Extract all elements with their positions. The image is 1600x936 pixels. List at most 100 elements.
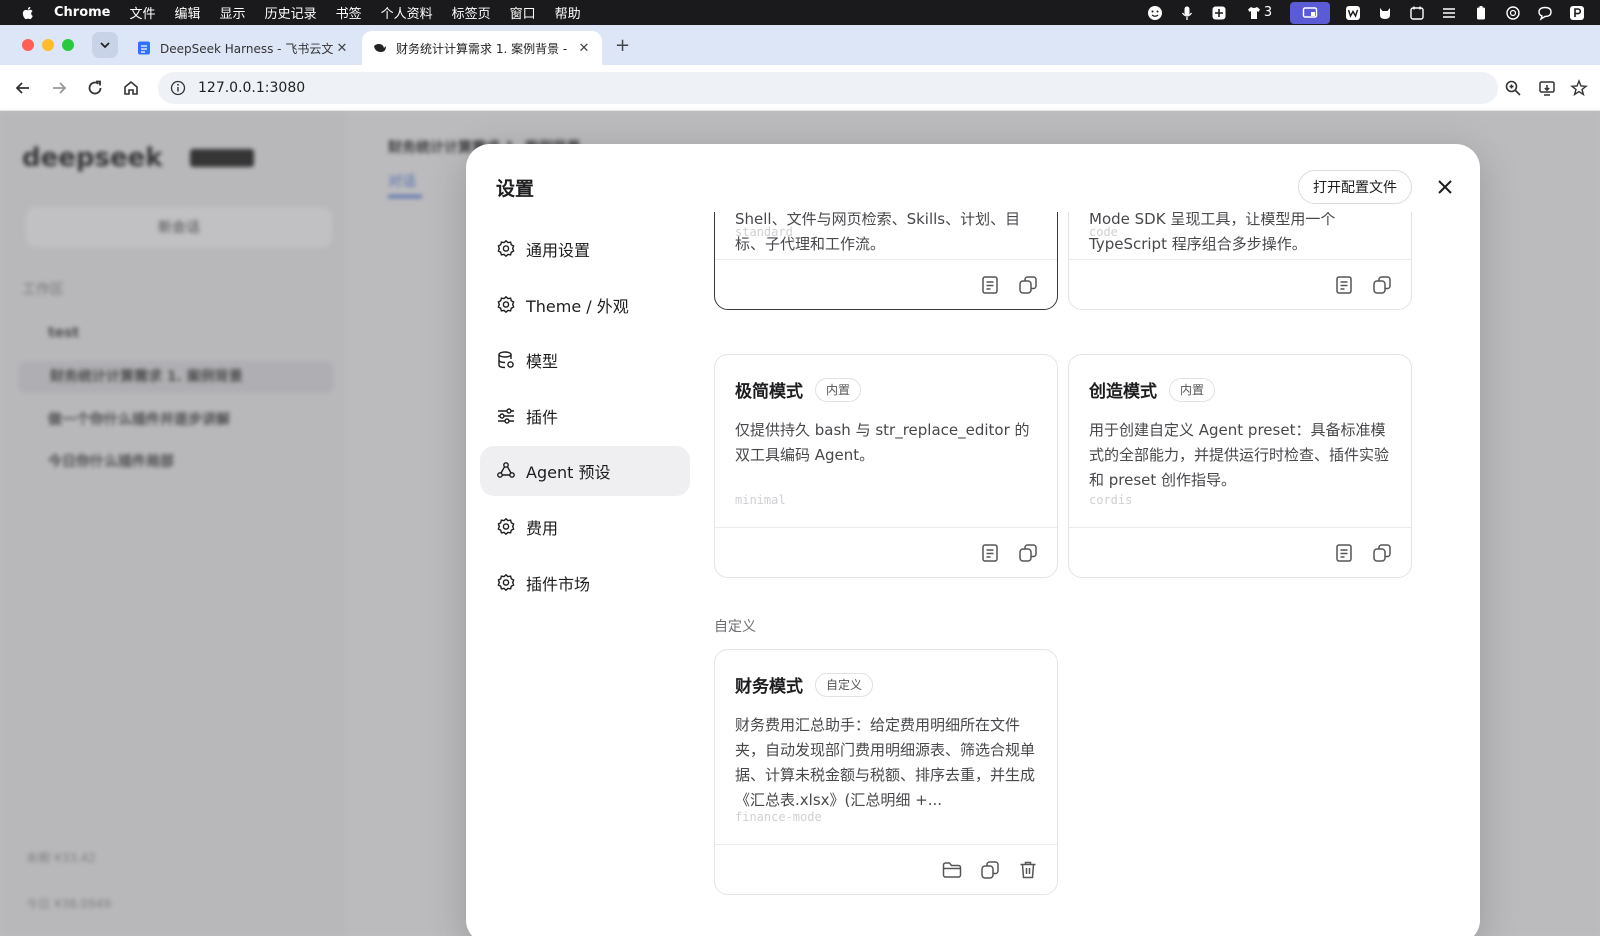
grid-app-icon[interactable] xyxy=(1210,5,1228,21)
menu-help[interactable]: 帮助 xyxy=(555,3,581,22)
menu-window[interactable]: 窗口 xyxy=(510,3,536,22)
nav-label: 模型 xyxy=(526,352,559,372)
face-icon[interactable] xyxy=(1146,5,1164,21)
calendar-icon[interactable] xyxy=(1408,5,1426,21)
nav-agent-presets[interactable]: Agent 预设 xyxy=(480,446,690,497)
nav-label: Theme / 外观 xyxy=(526,296,629,316)
preset-card-standard[interactable]: - Shell、文件与网页检索、Skills、计划、目标、子代理和工作流。 st… xyxy=(714,212,1058,310)
site-info-icon[interactable] xyxy=(170,80,186,96)
document-icon[interactable] xyxy=(1333,542,1355,564)
zoom-button[interactable] xyxy=(1502,77,1524,99)
card-id: standard xyxy=(735,225,793,239)
tab-close-icon[interactable]: ✕ xyxy=(576,41,592,56)
nav-theme[interactable]: Theme / 外观 xyxy=(480,280,690,330)
arrow-right-icon xyxy=(53,82,67,94)
menu-tabs[interactable]: 标签页 xyxy=(452,3,491,22)
trash-icon[interactable] xyxy=(1017,859,1039,881)
back-button[interactable] xyxy=(12,77,34,99)
gear-icon xyxy=(497,239,515,258)
document-icon[interactable] xyxy=(979,542,1001,564)
agent-presets-content[interactable]: - Shell、文件与网页检索、Skills、计划、目标、子代理和工作流。 st… xyxy=(714,212,1446,936)
menu-bookmarks[interactable]: 书签 xyxy=(336,3,362,22)
nav-general-settings[interactable]: 通用设置 xyxy=(480,224,690,274)
chevron-down-icon xyxy=(100,42,110,49)
install-app-button[interactable] xyxy=(1536,77,1558,99)
card-description: 用于创建自定义 Agent preset：具备标准模式的全部能力，并提供运行时检… xyxy=(1089,421,1390,489)
tab-close-icon[interactable]: ✕ xyxy=(334,41,350,56)
settings-title: 设置 xyxy=(496,178,535,200)
tab-feishu-doc[interactable]: DeepSeek Harness - 飞书云文 ✕ xyxy=(126,31,360,65)
tab-finance-requirement[interactable]: 财务统计计算需求 1. 案例背景 - ✕ xyxy=(362,31,602,65)
nav-plugins[interactable]: 插件 xyxy=(480,391,690,441)
preset-card-cordis[interactable]: 创造模式 内置用于创建自定义 Agent preset：具备标准模式的全部能力，并… xyxy=(1068,354,1412,578)
card-actions xyxy=(1069,259,1411,309)
sliders-icon xyxy=(498,408,514,424)
menu-profile[interactable]: 个人资料 xyxy=(381,3,433,22)
arrow-left-icon xyxy=(15,82,29,94)
reload-button[interactable] xyxy=(84,77,106,99)
w-app-icon[interactable] xyxy=(1344,5,1362,21)
nav-costs[interactable]: 费用 xyxy=(480,502,690,552)
zoom-in-icon xyxy=(1505,80,1521,96)
bookmark-button[interactable] xyxy=(1568,77,1590,99)
preset-card-finance[interactable]: 财务模式 自定义财务费用汇总助手：给定费用明细所在文件夹，自动发现部门费用明细源表… xyxy=(714,649,1058,895)
battery-icon[interactable] xyxy=(1472,5,1490,21)
forward-button[interactable] xyxy=(48,77,70,99)
tab-search-button[interactable] xyxy=(92,32,118,58)
chat-bubble-icon[interactable] xyxy=(1536,5,1554,21)
nav-models[interactable]: 模型 xyxy=(480,335,690,385)
window-close-button[interactable] xyxy=(22,39,34,51)
card-description: 仅提供持久 bash 与 str_replace_editor 的双工具编码 A… xyxy=(735,421,1030,464)
new-tab-button[interactable]: + xyxy=(615,35,630,56)
close-icon[interactable] xyxy=(1434,176,1456,198)
browser-toolbar: 127.0.0.1:3080 xyxy=(0,65,1600,111)
custom-section-label: 自定义 xyxy=(714,619,756,635)
home-button[interactable] xyxy=(120,77,142,99)
address-bar[interactable]: 127.0.0.1:3080 xyxy=(158,72,1498,104)
card-head: 创造模式 内置 xyxy=(1089,377,1391,402)
stack-icon[interactable] xyxy=(1440,5,1458,21)
settings-nav: 通用设置 Theme / 外观 模型 插件 Agent 预设 费用 插件市场 xyxy=(480,224,690,613)
home-icon xyxy=(124,80,138,95)
gear-icon xyxy=(497,517,515,536)
card-description: 财务费用汇总助手：给定费用明细所在文件夹，自动发现部门费用明细源表、筛选合规单据… xyxy=(735,716,1036,809)
copy-icon[interactable] xyxy=(1371,274,1393,296)
screen-share-icon[interactable] xyxy=(1290,1,1330,24)
document-favicon-icon xyxy=(138,41,150,55)
microphone-icon[interactable] xyxy=(1178,5,1196,21)
nav-plugin-market[interactable]: 插件市场 xyxy=(480,558,690,608)
window-zoom-button[interactable] xyxy=(62,39,74,51)
macos-menu-bar: Chrome 文件 编辑 显示 历史记录 书签 个人资料 标签页 窗口 帮助 3 xyxy=(0,0,1600,25)
status-count: 3 xyxy=(1263,5,1273,20)
tab-title: 财务统计计算需求 1. 案例背景 - xyxy=(396,41,568,56)
browser-tab-strip: DeepSeek Harness - 飞书云文 ✕ 财务统计计算需求 1. 案例… xyxy=(0,25,1600,65)
copy-icon[interactable] xyxy=(1017,274,1039,296)
menu-view[interactable]: 显示 xyxy=(220,3,246,22)
card-head: 财务模式 自定义 xyxy=(735,672,1037,697)
apple-icon[interactable] xyxy=(20,5,36,21)
window-minimize-button[interactable] xyxy=(42,39,54,51)
menu-file[interactable]: 文件 xyxy=(130,3,156,22)
openai-icon[interactable] xyxy=(1504,5,1522,21)
copy-icon[interactable] xyxy=(1371,542,1393,564)
shirt-icon[interactable]: 3 xyxy=(1242,5,1276,21)
menu-history[interactable]: 历史记录 xyxy=(265,3,317,22)
copy-icon[interactable] xyxy=(1017,542,1039,564)
card-actions xyxy=(1069,527,1411,577)
deepseek-favicon-icon xyxy=(374,44,386,52)
folder-icon[interactable] xyxy=(941,859,963,881)
install-icon xyxy=(1539,81,1555,96)
copy-icon[interactable] xyxy=(979,859,1001,881)
p-app-icon[interactable] xyxy=(1568,5,1586,21)
document-icon[interactable] xyxy=(1333,274,1355,296)
open-config-file-button[interactable]: 打开配置文件 xyxy=(1298,170,1412,204)
preset-card-minimal[interactable]: 极简模式 内置 仅提供持久 bash 与 str_replace_editor 的双… xyxy=(714,354,1058,578)
nav-label: Agent 预设 xyxy=(526,463,611,483)
card-tag: 内置 xyxy=(1169,377,1216,402)
cat-icon[interactable] xyxy=(1376,5,1394,21)
document-icon[interactable] xyxy=(979,274,1001,296)
url-text[interactable]: 127.0.0.1:3080 xyxy=(198,80,305,96)
preset-card-code[interactable]: - Mode SDK 呈现工具，让模型用一个 TypeScript 程序组合多步… xyxy=(1068,212,1412,310)
menu-edit[interactable]: 编辑 xyxy=(175,3,201,22)
menu-app-name[interactable]: Chrome xyxy=(54,5,111,20)
